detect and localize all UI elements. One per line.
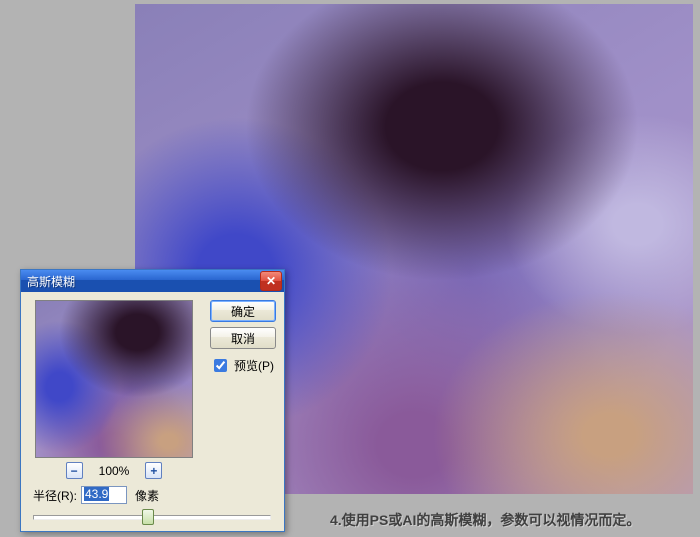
zoom-percent: 100% bbox=[99, 464, 130, 478]
preview-thumbnail-area: − 100% + bbox=[35, 300, 193, 479]
minus-icon: − bbox=[71, 465, 78, 477]
radius-slider[interactable] bbox=[33, 508, 271, 524]
dialog-button-column: 确定 取消 bbox=[210, 300, 276, 349]
zoom-in-button[interactable]: + bbox=[145, 462, 162, 479]
dialog-body: 确定 取消 预览(P) − 100% + 半径(R): 43.9 像素 bbox=[21, 292, 284, 531]
close-button[interactable]: ✕ bbox=[260, 271, 282, 291]
radius-value: 43.9 bbox=[84, 487, 109, 501]
preview-thumbnail[interactable] bbox=[35, 300, 193, 458]
close-icon: ✕ bbox=[266, 274, 276, 288]
preview-label: 预览(P) bbox=[234, 357, 274, 374]
preview-checkbox[interactable] bbox=[214, 359, 227, 372]
plus-icon: + bbox=[150, 465, 157, 477]
radius-unit: 像素 bbox=[135, 487, 159, 504]
gaussian-blur-dialog: 高斯模糊 ✕ 确定 取消 预览(P) − 100% + bbox=[20, 269, 285, 532]
ok-button[interactable]: 确定 bbox=[210, 300, 276, 322]
slider-thumb[interactable] bbox=[142, 509, 154, 525]
cancel-button[interactable]: 取消 bbox=[210, 327, 276, 349]
radius-row: 半径(R): 43.9 像素 bbox=[33, 486, 159, 504]
preview-toggle-row: 预览(P) bbox=[210, 356, 276, 375]
dialog-titlebar[interactable]: 高斯模糊 ✕ bbox=[21, 270, 284, 292]
tutorial-caption: 4.使用PS或AI的高斯模糊，参数可以视情况而定。 bbox=[330, 510, 690, 530]
zoom-controls: − 100% + bbox=[35, 462, 193, 479]
zoom-out-button[interactable]: − bbox=[66, 462, 83, 479]
radius-input[interactable]: 43.9 bbox=[81, 486, 127, 504]
dialog-title: 高斯模糊 bbox=[27, 273, 260, 290]
radius-label: 半径(R): bbox=[33, 487, 77, 504]
